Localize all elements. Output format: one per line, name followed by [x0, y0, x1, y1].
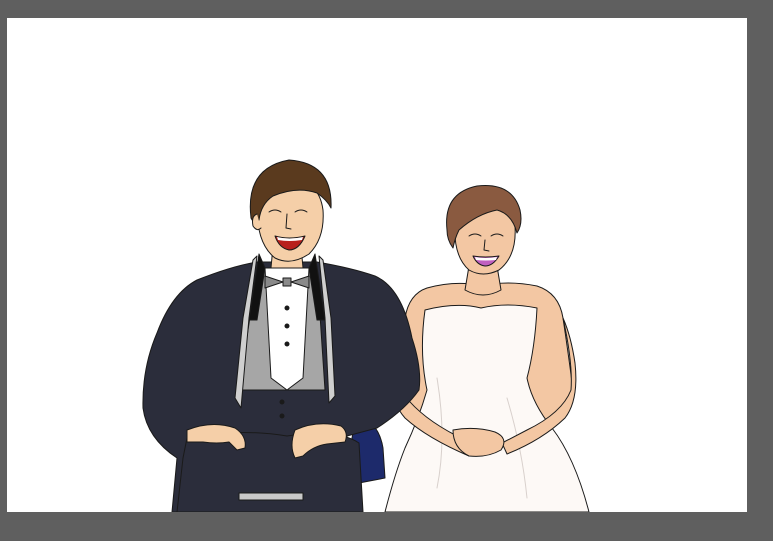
artboard[interactable]	[7, 18, 747, 512]
wedding-illustration	[142, 159, 590, 512]
workspace	[0, 0, 773, 541]
